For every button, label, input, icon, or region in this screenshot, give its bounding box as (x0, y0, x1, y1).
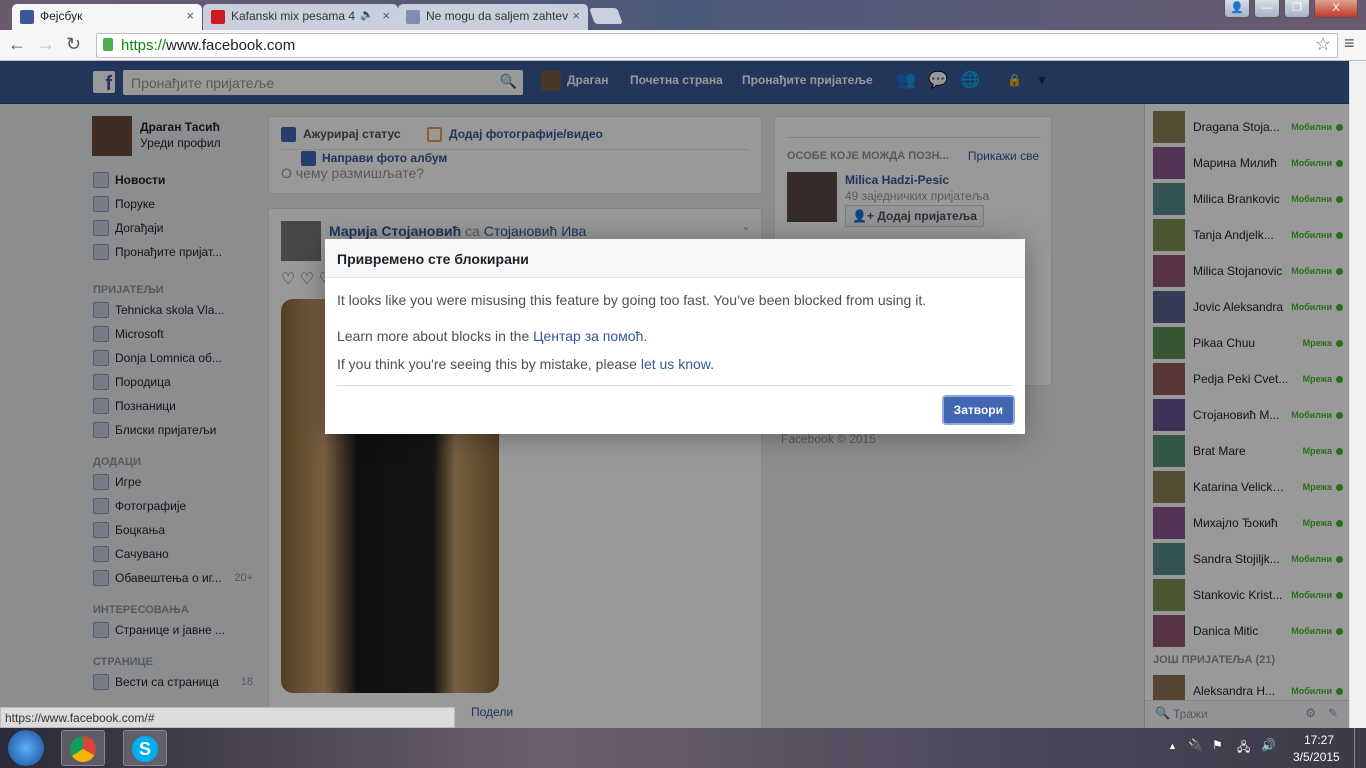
start-button[interactable] (8, 730, 44, 766)
taskbar-skype[interactable]: S (123, 730, 167, 766)
help-suffix: . (643, 328, 648, 344)
browser-tab[interactable]: Ne mogu da saljem zahtev × (398, 4, 588, 30)
bookmark-star-icon[interactable]: ☆ (1315, 34, 1331, 55)
help-center-link[interactable]: Центар за помоћ (533, 328, 643, 344)
close-window-button[interactable]: X (1314, 0, 1358, 18)
close-tab-icon[interactable]: × (186, 8, 194, 23)
close-button[interactable]: Затвори (943, 397, 1013, 423)
browser-tab[interactable]: Kafanski mix pesama 4 🔈 × (203, 4, 398, 30)
restore-button[interactable]: ❐ (1284, 0, 1310, 18)
let-us-know-link[interactable]: let us know (641, 356, 710, 372)
window-controls: 👤 — ❐ X (1224, 0, 1358, 18)
show-desktop-button[interactable] (1354, 728, 1366, 768)
dialog-mistake-text: If you think you're seeing this by mista… (337, 356, 714, 372)
new-tab-button[interactable] (589, 8, 623, 24)
tab-title: Ne mogu da saljem zahtev (426, 9, 569, 23)
url-input[interactable]: https://www.facebook.com ☆ (96, 33, 1338, 58)
tab-title: Kafanski mix pesama 4 (231, 9, 356, 23)
page-scrollbar[interactable] (1349, 61, 1366, 728)
network-icon[interactable]: 🖧 (1237, 738, 1250, 759)
mistake-suffix: . (710, 356, 714, 372)
help-prefix: Learn more about blocks in the (337, 328, 534, 344)
tab-favicon-icon (211, 10, 225, 24)
menu-icon[interactable]: ≡ (1344, 33, 1355, 54)
windows-taskbar: S ▲ 🔌 ⚑ 🖧 🔊 17:27 3/5/2015 (0, 728, 1366, 768)
audio-playing-icon: 🔈 (360, 9, 374, 21)
taskbar-chrome[interactable] (61, 730, 105, 766)
browser-tab-strip: Фејсбук × Kafanski mix pesama 4 🔈 × Ne mogu d… (0, 0, 1366, 30)
mistake-prefix: If you think you're seeing this by mista… (337, 356, 641, 372)
status-bubble: https://www.facebook.com/# (0, 707, 455, 728)
volume-icon[interactable]: 🔊 (1261, 738, 1276, 752)
blocked-dialog: Привремено сте блокирани It looks like y… (325, 239, 1025, 434)
close-tab-icon[interactable]: × (382, 8, 390, 23)
browser-tab[interactable]: Фејсбук × (12, 4, 202, 30)
clock-time[interactable]: 17:27 (1304, 733, 1334, 747)
url-host: www.facebook.com (166, 37, 296, 54)
minimize-button[interactable]: — (1254, 0, 1280, 18)
reload-button[interactable]: ↻ (66, 34, 81, 55)
chrome-icon (70, 736, 96, 762)
forward-button[interactable]: → (37, 34, 55, 55)
power-icon[interactable]: 🔌 (1188, 738, 1203, 752)
user-icon[interactable]: 👤 (1224, 0, 1250, 18)
dialog-title: Привремено сте блокирани (325, 239, 1025, 278)
close-tab-icon[interactable]: × (572, 8, 580, 23)
url-scheme: https:// (121, 37, 167, 54)
action-center-flag-icon[interactable]: ⚑ (1212, 738, 1223, 752)
tab-favicon-icon (406, 10, 420, 24)
lock-icon (103, 38, 113, 51)
show-hidden-icons[interactable]: ▲ (1168, 741, 1177, 751)
back-button[interactable]: ← (8, 34, 26, 55)
address-toolbar: ← → ↻ https://www.facebook.com ☆ ≡ (0, 30, 1366, 61)
tab-favicon-icon (20, 10, 34, 24)
clock-date[interactable]: 3/5/2015 (1293, 750, 1340, 764)
dialog-message: It looks like you were misusing this fea… (337, 292, 927, 308)
skype-icon: S (132, 736, 158, 762)
dialog-help-text: Learn more about blocks in the Центар за… (337, 328, 647, 344)
tab-title: Фејсбук (40, 9, 83, 23)
